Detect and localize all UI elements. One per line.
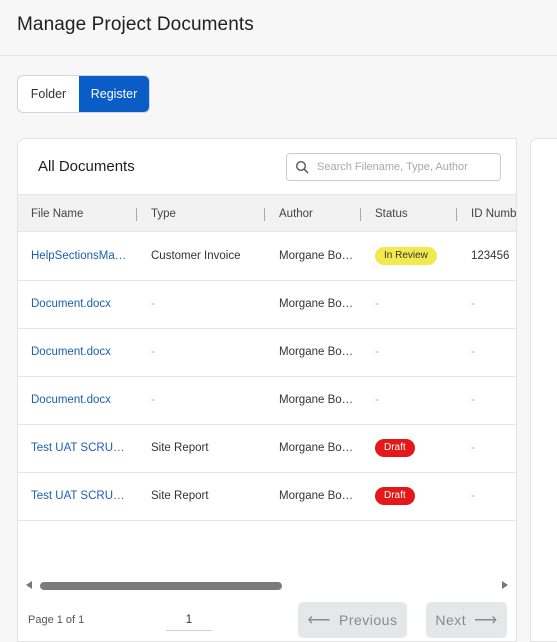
folder-view-button[interactable]: Folder (18, 76, 79, 112)
cell-type: Site Report (151, 490, 209, 502)
previous-page-button[interactable]: ⟵ Previous (298, 602, 407, 638)
previous-label: Previous (338, 612, 398, 628)
page-count-text: Page 1 of 1 (28, 614, 85, 626)
column-divider[interactable] (456, 208, 457, 221)
top-bar: Manage Project Documents (0, 0, 557, 56)
status-badge: Draft (375, 486, 415, 505)
column-header-type[interactable]: Type (151, 195, 261, 233)
scrollbar-thumb[interactable] (40, 582, 282, 590)
cell-type: - (151, 394, 155, 406)
cell-status: - (375, 298, 379, 310)
column-divider[interactable] (360, 208, 361, 221)
cell-author: Morgane Bo… (279, 394, 354, 406)
cell-id-number: - (471, 346, 475, 358)
cell-type: - (151, 346, 155, 358)
cell-author: Morgane Bo… (279, 250, 354, 262)
page-title: Manage Project Documents (17, 14, 254, 35)
cell-file-name[interactable]: Test UAT SCRU… (31, 425, 131, 472)
cell-file-name[interactable]: Test UAT SCRU… (31, 473, 131, 520)
view-toggle: Folder Register (17, 75, 150, 113)
table-row[interactable]: Test UAT SCRU… Site Report Morgane Bo… Draf… (18, 473, 516, 521)
next-label: Next (435, 612, 467, 628)
cell-status: Draft (375, 473, 450, 520)
table-row[interactable]: Document.docx - Morgane Bo… - - (18, 377, 516, 425)
status-badge: In Review (375, 246, 437, 265)
column-header-id-number[interactable]: ID Numb (471, 195, 516, 233)
column-header-file-name[interactable]: File Name (31, 195, 131, 233)
search-box[interactable] (286, 153, 501, 181)
page-number-input[interactable] (166, 609, 212, 631)
cell-file-name[interactable]: HelpSectionsMa… (31, 233, 131, 280)
status-badge: Draft (375, 438, 415, 457)
cell-author: Morgane Bo… (279, 442, 354, 454)
scroll-left-icon[interactable] (26, 581, 32, 589)
table-row[interactable]: Document.docx - Morgane Bo… - - (18, 329, 516, 377)
scroll-right-icon[interactable] (502, 581, 508, 589)
cell-id-number: 123456 (471, 250, 510, 262)
horizontal-scrollbar[interactable] (18, 579, 516, 593)
cell-file-name[interactable]: Document.docx (31, 377, 131, 424)
arrow-left-icon: ⟵ (307, 612, 331, 629)
cell-id-number: - (471, 442, 475, 454)
cell-status: In Review (375, 233, 450, 280)
cell-type: Site Report (151, 442, 209, 454)
documents-card: All Documents File Name Type Author Stat… (17, 138, 517, 642)
column-header-author[interactable]: Author (279, 195, 359, 233)
table-row[interactable]: Test UAT SCRU… Site Report Morgane Bo… Draf… (18, 425, 516, 473)
table-row[interactable]: HelpSectionsMa… Customer Invoice Morgane B… (18, 233, 516, 281)
cell-id-number: - (471, 298, 475, 310)
side-panel (530, 138, 557, 642)
cell-type: Customer Invoice (151, 250, 241, 262)
next-page-button[interactable]: Next ⟶ (426, 602, 507, 638)
search-icon (295, 160, 309, 174)
cell-status: - (375, 394, 379, 406)
column-divider[interactable] (136, 208, 137, 221)
cell-status: Draft (375, 425, 450, 472)
table-row[interactable]: Document.docx - Morgane Bo… - - (18, 281, 516, 329)
cell-author: Morgane Bo… (279, 298, 354, 310)
cell-status: - (375, 346, 379, 358)
cell-author: Morgane Bo… (279, 346, 354, 358)
column-header-status[interactable]: Status (375, 195, 450, 233)
register-view-button[interactable]: Register (79, 76, 149, 112)
arrow-right-icon: ⟶ (474, 612, 498, 629)
cell-file-name[interactable]: Document.docx (31, 281, 131, 328)
table-header: File Name Type Author Status ID Numb (18, 194, 516, 233)
cell-author: Morgane Bo… (279, 490, 354, 502)
documents-title: All Documents (38, 158, 135, 175)
cell-type: - (151, 298, 155, 310)
cell-file-name[interactable]: Document.docx (31, 329, 131, 376)
cell-id-number: - (471, 490, 475, 502)
cell-id-number: - (471, 394, 475, 406)
search-input[interactable] (317, 161, 497, 173)
column-divider[interactable] (264, 208, 265, 221)
